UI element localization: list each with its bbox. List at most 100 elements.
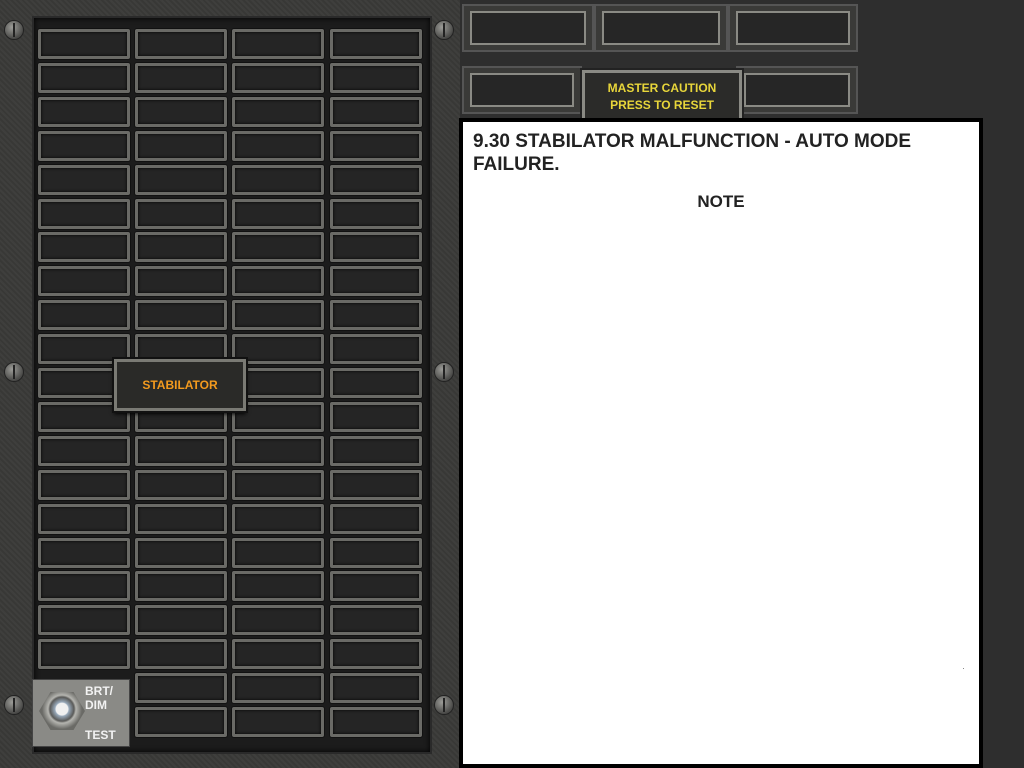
caution-lamp bbox=[135, 97, 227, 127]
caution-lamp bbox=[38, 63, 130, 93]
caution-lamp bbox=[135, 673, 227, 703]
caution-lamp bbox=[135, 571, 227, 601]
brt-dim-label: BRT/ DIM bbox=[85, 684, 113, 712]
annunciator-cell bbox=[594, 4, 728, 52]
caution-lamp bbox=[232, 199, 324, 229]
procedure-document: 9.30 STABILATOR MALFUNCTION - AUTO MODE … bbox=[459, 118, 983, 768]
caution-lamp bbox=[135, 232, 227, 262]
screw-icon bbox=[4, 695, 24, 715]
caution-lamp bbox=[38, 97, 130, 127]
document-page: 9.30 STABILATOR MALFUNCTION - AUTO MODE … bbox=[463, 122, 979, 764]
procedure-title: 9.30 STABILATOR MALFUNCTION - AUTO MODE … bbox=[473, 131, 912, 175]
caution-lamp bbox=[330, 504, 422, 534]
caution-lamp bbox=[330, 368, 422, 398]
caution-lamp bbox=[135, 199, 227, 229]
annunciator-cell bbox=[736, 66, 858, 114]
caution-lamp bbox=[232, 131, 324, 161]
caution-lamp bbox=[135, 639, 227, 669]
caution-lamp bbox=[330, 266, 422, 296]
caution-lamp bbox=[232, 29, 324, 59]
caution-lamp bbox=[330, 605, 422, 635]
caution-lamp bbox=[232, 165, 324, 195]
caution-lamp bbox=[232, 673, 324, 703]
caution-lamp bbox=[330, 63, 422, 93]
caution-lamp bbox=[38, 232, 130, 262]
caution-lamp bbox=[38, 504, 130, 534]
annunciator-cell bbox=[728, 4, 858, 52]
caution-lamp bbox=[330, 639, 422, 669]
caution-lamp bbox=[330, 571, 422, 601]
caution-lamp bbox=[330, 402, 422, 432]
caution-lamp bbox=[135, 605, 227, 635]
caution-lamp bbox=[135, 504, 227, 534]
screw-icon bbox=[434, 695, 454, 715]
caution-lamp bbox=[232, 266, 324, 296]
panel-background bbox=[858, 0, 1024, 118]
caution-lamp bbox=[135, 29, 227, 59]
caution-lamp bbox=[38, 29, 130, 59]
caution-lamp bbox=[38, 300, 130, 330]
caution-lamp bbox=[232, 97, 324, 127]
caution-lamp bbox=[135, 538, 227, 568]
test-label: TEST bbox=[85, 728, 116, 742]
caution-lamp bbox=[330, 334, 422, 364]
caution-lamp bbox=[232, 571, 324, 601]
master-caution-button[interactable]: MASTER CAUTION PRESS TO RESET bbox=[582, 70, 742, 124]
caution-lamp bbox=[135, 470, 227, 500]
caution-lamp bbox=[38, 639, 130, 669]
caution-lamp bbox=[135, 165, 227, 195]
caution-lamp bbox=[38, 266, 130, 296]
caution-lamp bbox=[38, 538, 130, 568]
stabilator-label: STABILATOR bbox=[142, 378, 218, 392]
caution-lamp bbox=[232, 470, 324, 500]
screw-icon bbox=[434, 20, 454, 40]
caution-lamp bbox=[330, 131, 422, 161]
caution-lamp bbox=[330, 199, 422, 229]
caution-lamp bbox=[38, 571, 130, 601]
caution-lamp bbox=[330, 232, 422, 262]
brt-dim-test-switch[interactable]: BRT/ DIM TEST bbox=[32, 679, 130, 747]
press-to-reset-label: PRESS TO RESET bbox=[610, 98, 714, 112]
caution-lamp bbox=[232, 605, 324, 635]
screw-icon bbox=[434, 362, 454, 382]
caution-lamp bbox=[330, 165, 422, 195]
caution-lamp bbox=[135, 436, 227, 466]
caution-lamp bbox=[232, 436, 324, 466]
caution-lamp bbox=[330, 436, 422, 466]
caution-lamp bbox=[232, 639, 324, 669]
caution-lamp bbox=[135, 63, 227, 93]
annunciator-cell bbox=[462, 66, 582, 114]
caution-lamp bbox=[330, 29, 422, 59]
screw-icon bbox=[4, 20, 24, 40]
master-caution-label: MASTER CAUTION bbox=[607, 81, 717, 95]
caution-lamp bbox=[232, 504, 324, 534]
caution-lamp bbox=[232, 300, 324, 330]
caution-lamp bbox=[38, 470, 130, 500]
caution-lamp bbox=[38, 605, 130, 635]
caution-advisory-panel: STABILATOR BRT/ DIM TEST bbox=[0, 0, 460, 768]
caution-lamp bbox=[135, 300, 227, 330]
screw-icon bbox=[4, 362, 24, 382]
caution-lamp bbox=[330, 673, 422, 703]
note-heading: NOTE bbox=[697, 192, 745, 211]
page-mark bbox=[963, 668, 964, 669]
caution-lamp bbox=[135, 131, 227, 161]
stabilator-caution-light[interactable]: STABILATOR bbox=[114, 359, 246, 411]
caution-lamp bbox=[135, 266, 227, 296]
caution-lamp bbox=[38, 165, 130, 195]
annunciator-cell bbox=[462, 4, 594, 52]
caution-lamp bbox=[330, 300, 422, 330]
caution-lamp bbox=[38, 131, 130, 161]
caution-lamp bbox=[330, 97, 422, 127]
caution-lamp bbox=[232, 232, 324, 262]
caution-lamp bbox=[330, 707, 422, 737]
caution-lamp bbox=[38, 199, 130, 229]
toggle-knob-icon[interactable] bbox=[39, 692, 85, 730]
caution-lamp bbox=[135, 707, 227, 737]
caution-lamp bbox=[232, 63, 324, 93]
caution-lamp bbox=[38, 436, 130, 466]
caution-lamp bbox=[232, 707, 324, 737]
caution-lamp bbox=[232, 538, 324, 568]
caution-lamp bbox=[330, 538, 422, 568]
caution-lamp bbox=[330, 470, 422, 500]
